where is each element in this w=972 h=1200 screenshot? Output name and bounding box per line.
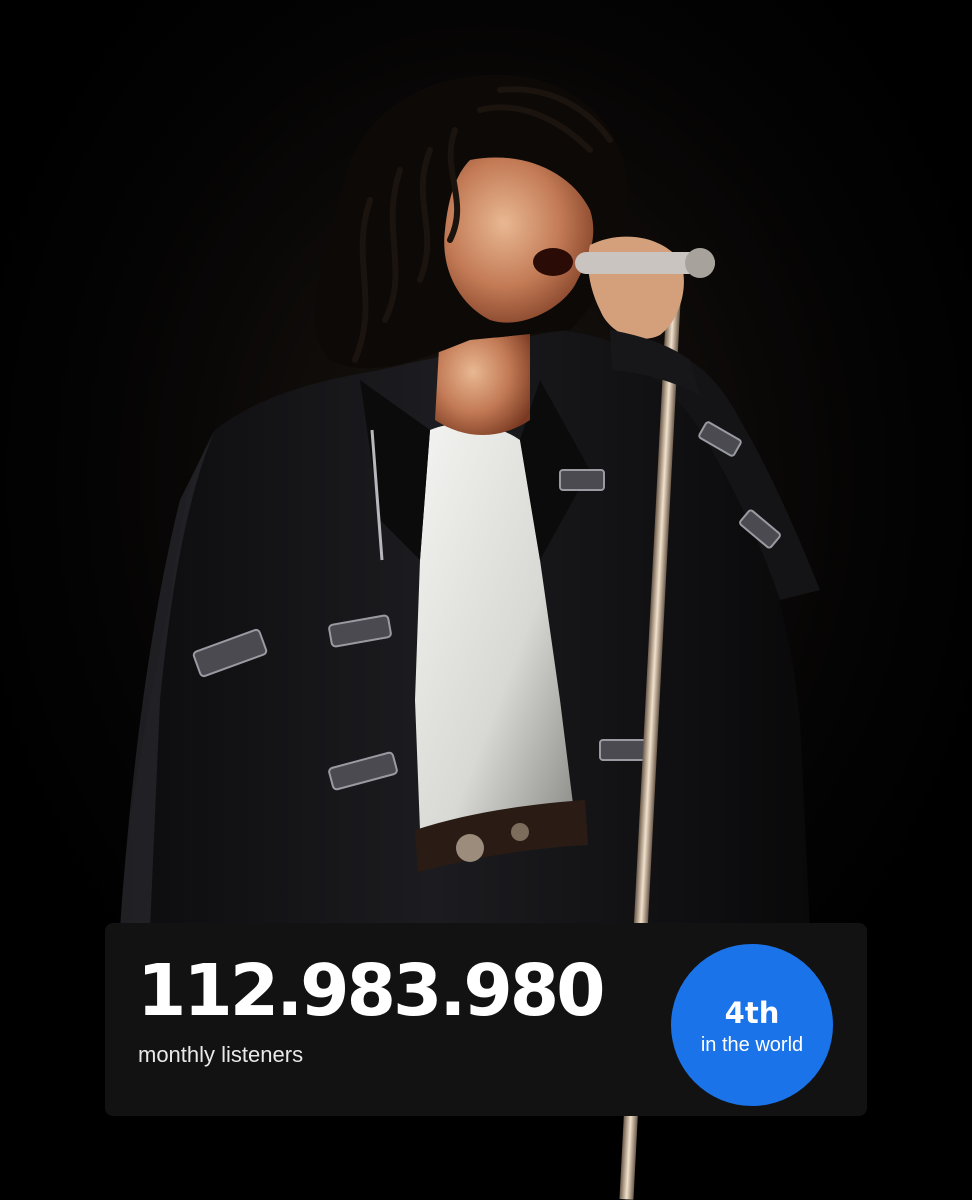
rank-value: 4th — [724, 996, 780, 1030]
world-rank-badge: 4th in the world — [671, 944, 833, 1106]
stats-card: 112.983.980 monthly listeners 4th in the… — [105, 923, 867, 1116]
monthly-listeners-count: 112.983.980 — [137, 949, 606, 1032]
story-canvas: 112.983.980 monthly listeners 4th in the… — [0, 0, 972, 1200]
rank-caption: in the world — [700, 1034, 804, 1056]
monthly-listeners-label: monthly listeners — [138, 1042, 304, 1067]
